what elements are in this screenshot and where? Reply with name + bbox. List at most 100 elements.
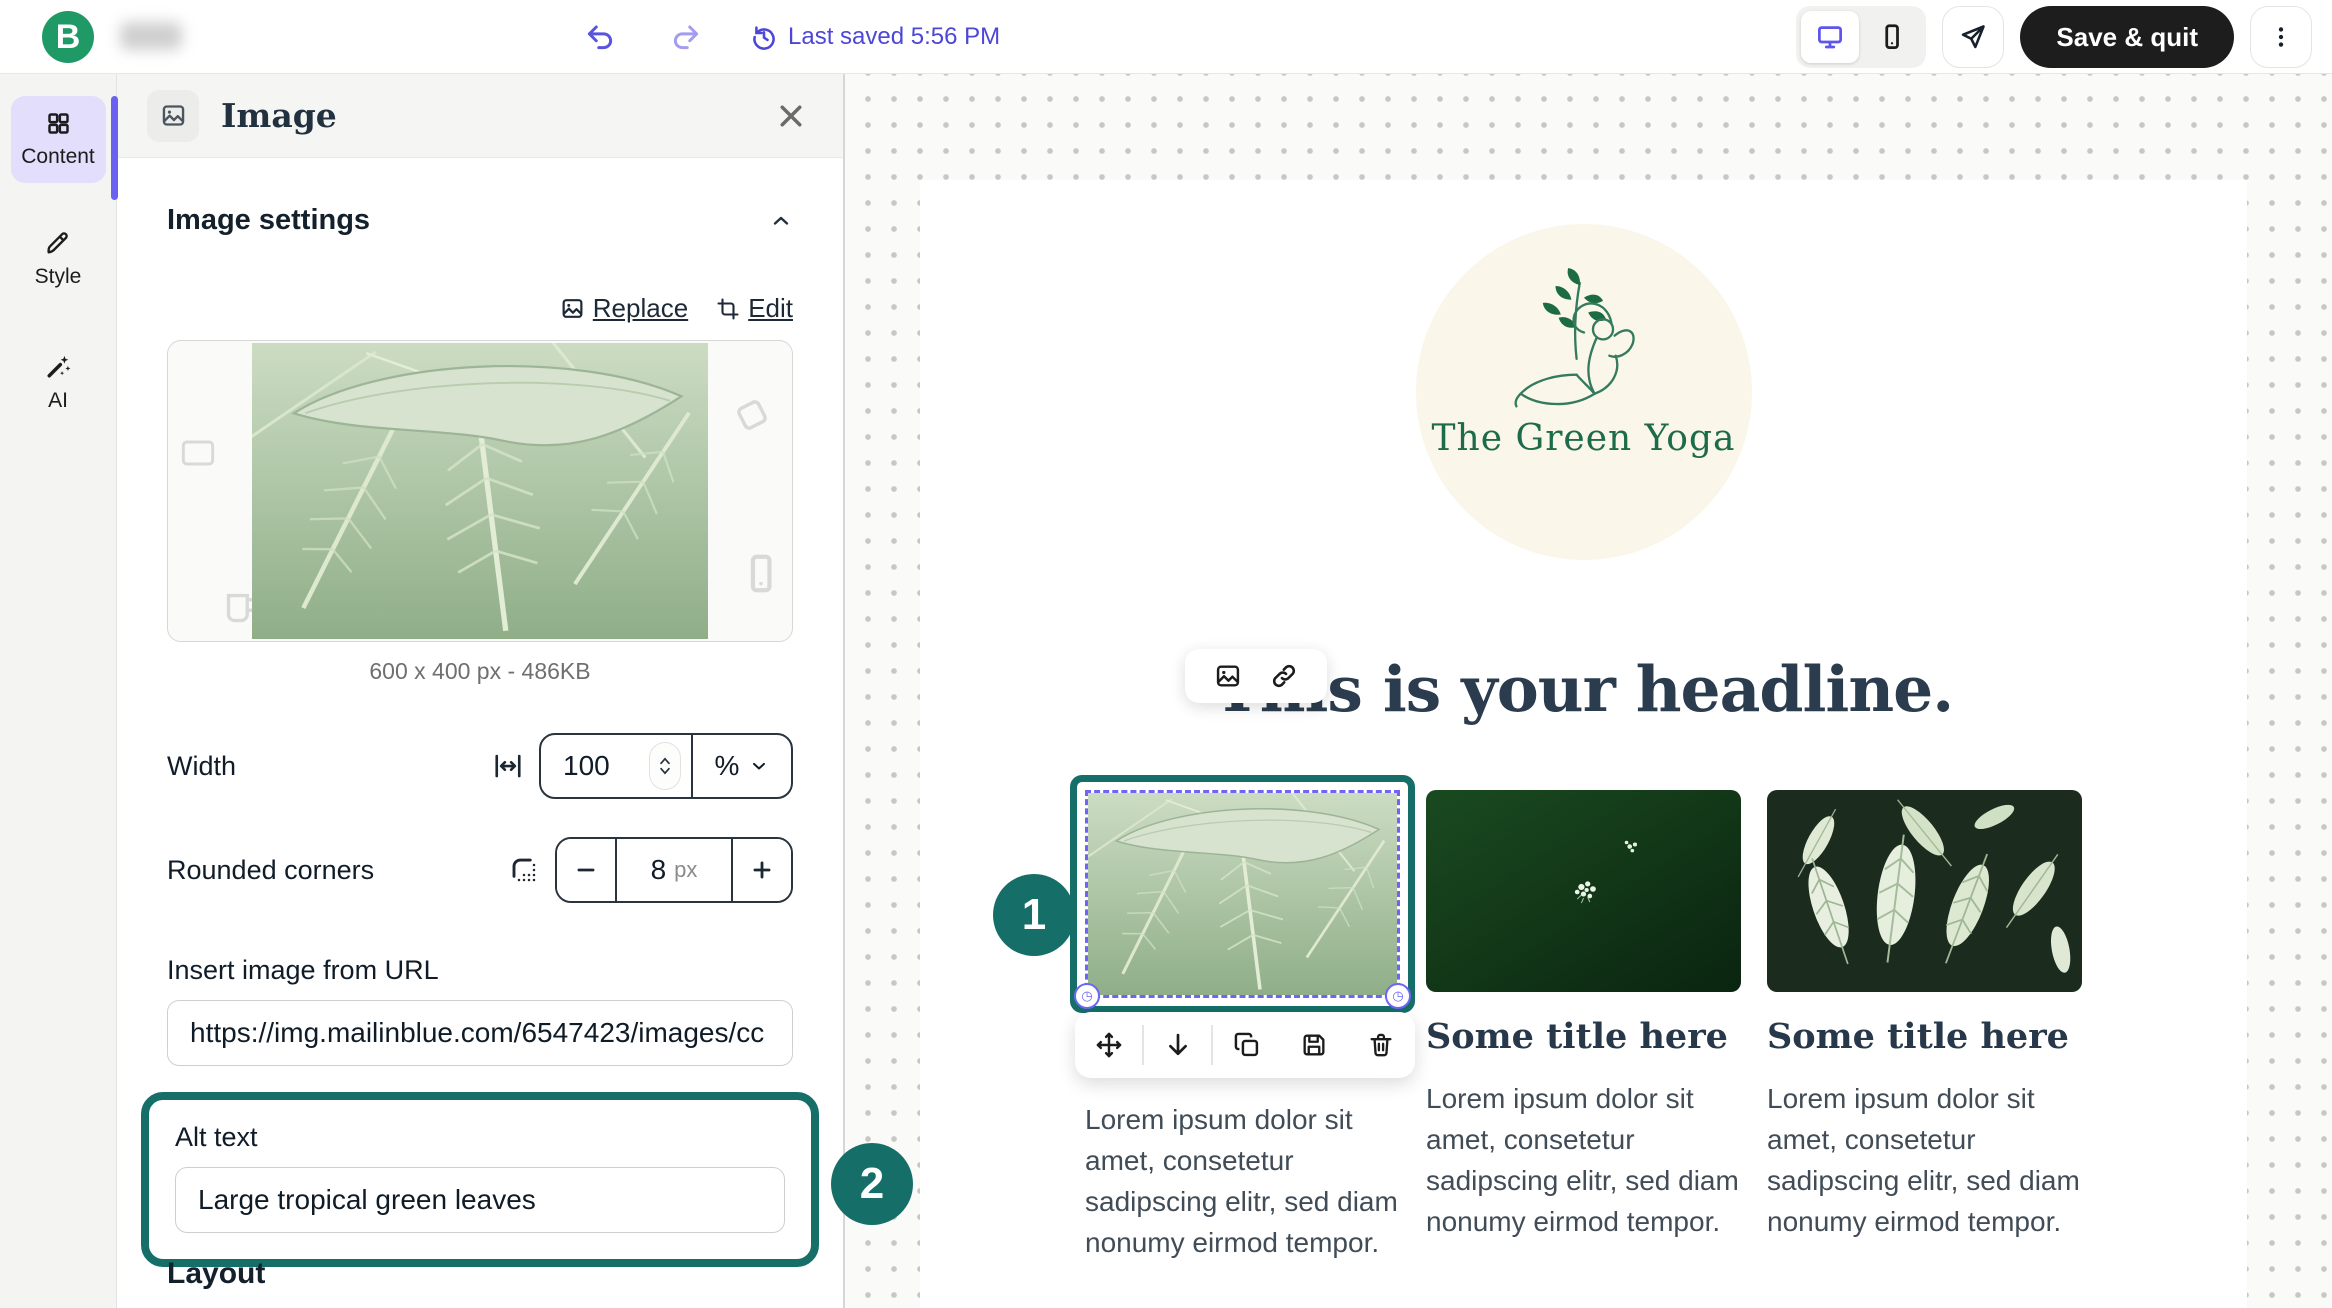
sidebar-item-content[interactable]: Content: [11, 96, 106, 183]
alt-text-label: Alt text: [175, 1122, 785, 1153]
device-preview-toggle: [1796, 6, 1926, 68]
active-tab-indicator: [111, 96, 118, 200]
placeholder-phone-icon: [738, 551, 784, 597]
image-meta-text: 600 x 400 px - 486KB: [167, 658, 793, 685]
close-panel-button[interactable]: [769, 94, 813, 138]
image-icon[interactable]: [1214, 662, 1242, 690]
top-bar: B Last saved 5:56 PM Save & quit: [0, 0, 2332, 74]
column-body-text[interactable]: Lorem ipsum dolor sit amet, consetetur s…: [1426, 1078, 1741, 1242]
leaves-image-2: [1426, 790, 1741, 992]
brevo-logo-letter: B: [56, 18, 81, 57]
send-test-button[interactable]: [1942, 6, 2004, 68]
step-badge-2: 2: [831, 1143, 913, 1225]
sidebar-item-label: AI: [48, 389, 68, 413]
brevo-logo: B: [42, 11, 94, 63]
column-2: Some title here Lorem ipsum dolor sit am…: [1426, 790, 1741, 1263]
crop-icon: [716, 297, 740, 321]
edit-image-link[interactable]: Edit: [716, 293, 793, 324]
column-title[interactable]: Some title here: [1426, 1016, 1741, 1068]
brand-logo-block[interactable]: The Green Yoga: [1416, 224, 1752, 560]
link-icon[interactable]: [1270, 662, 1298, 690]
email-headline[interactable]: This is your headline.: [920, 652, 2247, 726]
desktop-icon: [1815, 22, 1845, 52]
chevron-down-icon: [749, 756, 769, 776]
delete-block-button[interactable]: [1348, 1012, 1415, 1078]
radius-value: 8: [651, 854, 667, 886]
sidebar-item-ai[interactable]: AI: [11, 339, 106, 427]
column-image[interactable]: [1426, 790, 1741, 992]
replace-image-icon: [560, 296, 585, 321]
alt-text-input[interactable]: [175, 1167, 785, 1233]
increase-radius-button[interactable]: [733, 839, 791, 901]
last-saved-status: Last saved 5:56 PM: [750, 23, 1000, 51]
rounded-corners-control: 8 px: [555, 837, 793, 903]
block-action-toolbar: [1075, 1012, 1415, 1078]
wand-icon: [44, 353, 72, 381]
save-quit-button[interactable]: Save & quit: [2020, 6, 2234, 68]
placeholder-diamond-icon: [719, 382, 785, 448]
more-options-button[interactable]: [2250, 6, 2312, 68]
column-3: Some title here Lorem ipsum dolor sit am…: [1767, 790, 2082, 1263]
editor-canvas[interactable]: The Green Yoga This is your headline. ◷ …: [843, 74, 2332, 1308]
image-settings-panel: Image Image settings Replace Edit 600 x …: [117, 74, 843, 1308]
last-saved-text: Last saved 5:56 PM: [788, 23, 1000, 51]
plus-icon: [749, 857, 775, 883]
redo-button[interactable]: [664, 15, 708, 59]
column-body-text[interactable]: Lorem ipsum dolor sit amet, consetetur s…: [1085, 1099, 1400, 1263]
radius-unit: px: [674, 857, 697, 883]
leaves-image-3: [1767, 790, 2082, 992]
history-icon: [750, 23, 778, 51]
sidebar-item-style[interactable]: Style: [11, 215, 106, 303]
leaves-preview-image: [252, 343, 708, 639]
image-icon: [147, 90, 199, 142]
send-icon: [1959, 23, 1987, 51]
replace-image-link[interactable]: Replace: [560, 293, 688, 324]
corner-radius-icon: [509, 855, 539, 885]
width-control: %: [539, 733, 793, 799]
duplicate-block-button[interactable]: [1213, 1012, 1280, 1078]
leaves-image-1: [1088, 793, 1397, 995]
move-block-button[interactable]: [1075, 1012, 1142, 1078]
save-block-button[interactable]: [1281, 1012, 1348, 1078]
yoga-line-art: [1489, 268, 1679, 416]
image-hover-toolbar: [1185, 649, 1327, 703]
width-input[interactable]: [563, 750, 633, 782]
image-preview-box[interactable]: [167, 340, 793, 642]
grid-icon: [45, 110, 72, 137]
move-down-button[interactable]: [1144, 1012, 1211, 1078]
undo-button[interactable]: [578, 15, 622, 59]
editor-sidebar: Content Style AI: [0, 74, 117, 1308]
step-badge-1: 1: [993, 874, 1075, 956]
placeholder-card-icon: [176, 431, 220, 475]
url-label: Insert image from URL: [167, 955, 793, 986]
minus-icon: [573, 857, 599, 883]
mobile-preview-button[interactable]: [1863, 11, 1921, 63]
close-icon: [776, 101, 806, 131]
pencil-icon: [44, 229, 72, 257]
decrease-radius-button[interactable]: [557, 839, 615, 901]
three-column-section: ◷ ◷ Lorem ipsum dolor sit amet, consetet…: [1085, 790, 2082, 1263]
column-1: ◷ ◷ Lorem ipsum dolor sit amet, consetet…: [1085, 790, 1400, 1263]
desktop-preview-button[interactable]: [1801, 11, 1859, 63]
width-label: Width: [167, 751, 236, 782]
kebab-menu-icon: [2268, 24, 2294, 50]
column-image[interactable]: [1767, 790, 2082, 992]
alt-text-highlight: Alt text: [141, 1092, 819, 1267]
width-icon: [493, 751, 523, 781]
email-document: The Green Yoga This is your headline. ◷ …: [920, 180, 2247, 1308]
panel-title: Image: [221, 96, 337, 135]
selected-image[interactable]: ◷ ◷: [1085, 790, 1400, 998]
section-title: Image settings: [167, 204, 370, 237]
selected-image-outline: ◷ ◷: [1070, 775, 1415, 1013]
width-unit-select[interactable]: %: [693, 735, 791, 797]
image-url-input[interactable]: [167, 1000, 793, 1066]
rounded-corners-label: Rounded corners: [167, 855, 374, 886]
document-name-blurred: [120, 22, 182, 50]
column-title[interactable]: Some title here: [1767, 1016, 2082, 1068]
brand-logo-text: The Green Yoga: [1432, 418, 1736, 459]
collapse-section-button[interactable]: [769, 209, 793, 233]
column-body-text[interactable]: Lorem ipsum dolor sit amet, consetetur s…: [1767, 1078, 2082, 1242]
resize-handle-bottom-left[interactable]: ◷: [1074, 983, 1100, 1009]
resize-handle-bottom-right[interactable]: ◷: [1385, 983, 1411, 1009]
width-stepper[interactable]: [649, 742, 681, 790]
